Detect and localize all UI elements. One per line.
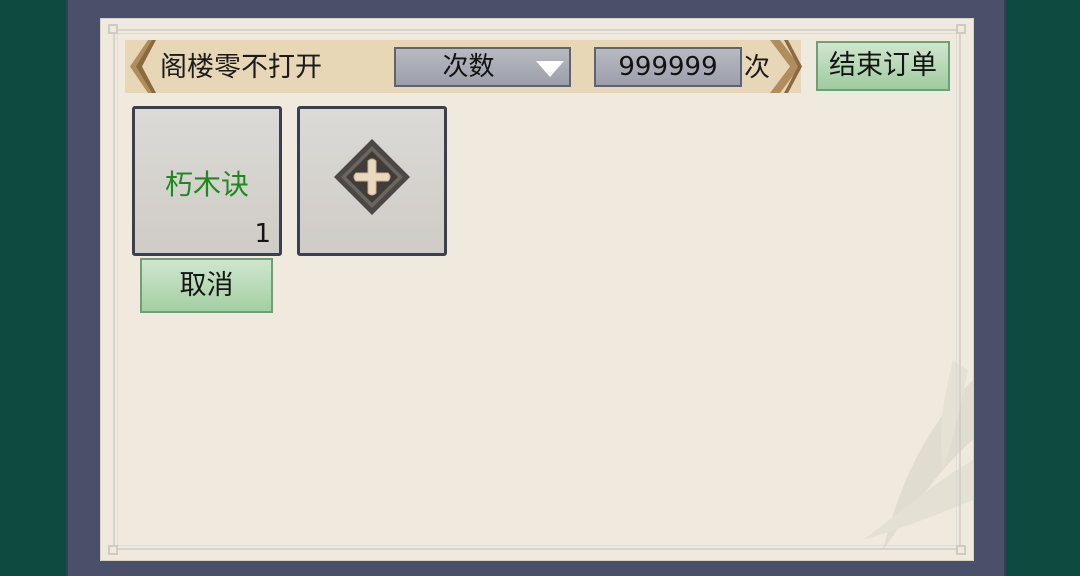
end-order-button[interactable]: 结束订单: [816, 41, 950, 91]
plus-diamond-icon: [334, 139, 410, 215]
panel-corner: [108, 24, 118, 34]
count-unit-label: 次: [744, 53, 771, 83]
item-slot[interactable]: 朽木诀 1: [132, 106, 282, 256]
panel-corner: [956, 24, 966, 34]
count-input[interactable]: 999999: [594, 47, 742, 87]
scroll-right-arrow-icon: [770, 40, 802, 93]
chevron-down-icon: [536, 61, 564, 77]
bamboo-leaf-decoration: [863, 360, 973, 550]
mode-dropdown[interactable]: 次数: [394, 47, 571, 87]
scroll-left-arrow-icon: [130, 40, 156, 93]
item-count: 1: [254, 219, 271, 249]
item-name: 朽木诀: [164, 168, 249, 201]
order-title: 阁楼零不打开: [160, 52, 322, 83]
mode-dropdown-value: 次数: [442, 52, 495, 82]
cancel-button[interactable]: 取消: [140, 258, 273, 313]
panel-corner: [108, 545, 118, 555]
add-item-slot[interactable]: [297, 106, 447, 256]
